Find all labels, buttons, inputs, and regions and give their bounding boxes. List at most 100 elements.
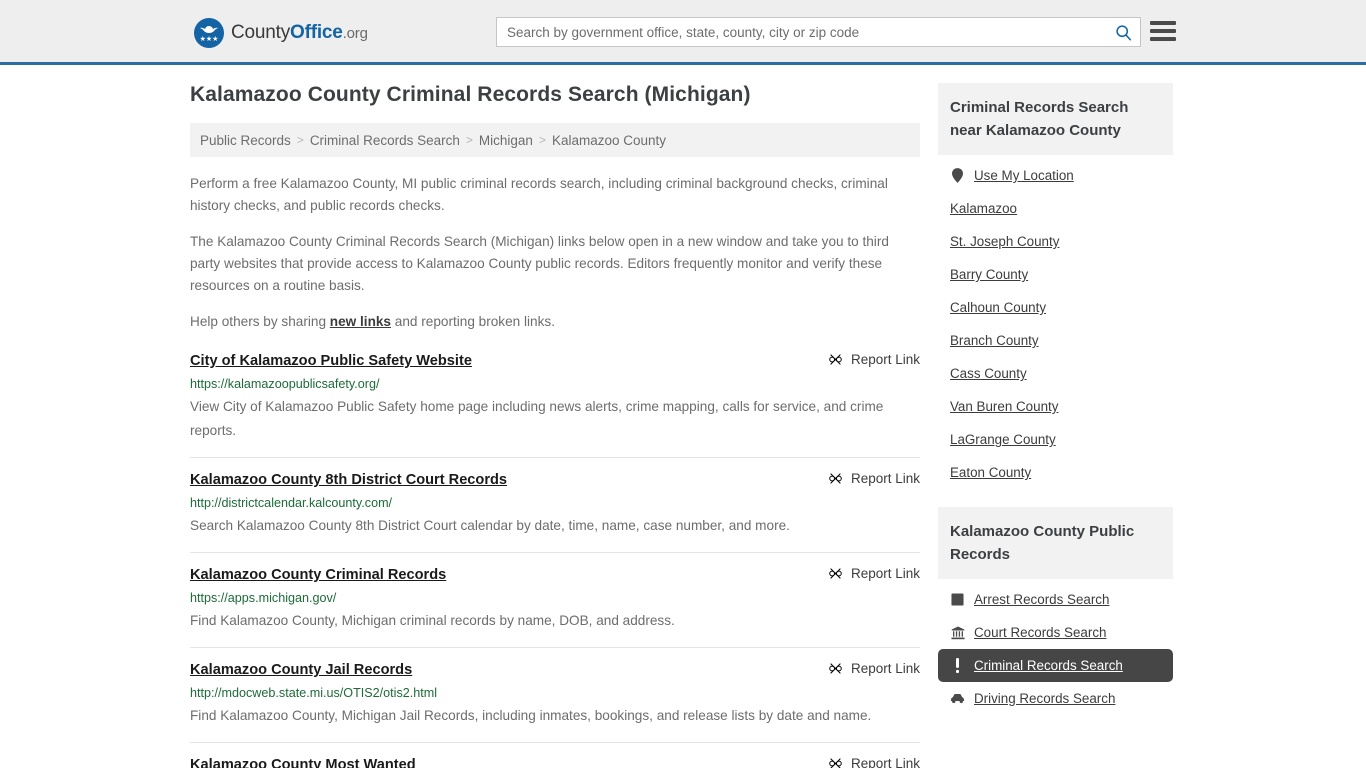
- sidebar-item-label: Court Records Search: [974, 625, 1107, 640]
- new-links-link[interactable]: new links: [330, 314, 391, 329]
- report-link-label: Report Link: [850, 661, 920, 676]
- result-header: Kalamazoo County Most Wanted Report Link: [190, 755, 920, 768]
- breadcrumb-item-2[interactable]: Michigan: [479, 133, 533, 148]
- result-title[interactable]: Kalamazoo County 8th District Court Reco…: [190, 470, 507, 490]
- sidebar-item-barry-county[interactable]: Barry County: [938, 258, 1173, 291]
- sidebar-item-lagrange-county[interactable]: LaGrange County: [938, 423, 1173, 456]
- sidebar-item-label: Calhoun County: [950, 300, 1047, 315]
- result-item: Kalamazoo County Most Wanted Report Link: [190, 742, 920, 768]
- sidebar: Criminal Records Search near Kalamazoo C…: [938, 83, 1173, 768]
- site-logo[interactable]: ★★★ CountyOffice.org: [194, 18, 368, 48]
- broken-link-icon: [829, 663, 842, 674]
- result-header: Kalamazoo County 8th District Court Reco…: [190, 470, 920, 490]
- result-header: Kalamazoo County Jail Records Report Lin…: [190, 660, 920, 680]
- search-bar[interactable]: [496, 17, 1141, 47]
- map-pin-icon: [950, 168, 965, 183]
- report-link-label: Report Link: [850, 352, 920, 367]
- result-url[interactable]: https://apps.michigan.gov/: [190, 590, 920, 607]
- breadcrumb-item-0[interactable]: Public Records: [200, 133, 291, 148]
- breadcrumb-separator-2: >: [538, 133, 546, 147]
- search-icon: [1115, 24, 1131, 40]
- sidebar-item-label: Eaton County: [950, 465, 1032, 480]
- broken-link-icon: [829, 473, 842, 484]
- result-title[interactable]: Kalamazoo County Jail Records: [190, 660, 412, 680]
- result-description: View City of Kalamazoo Public Safety hom…: [190, 399, 884, 438]
- brand-text: CountyOffice.org: [231, 22, 368, 44]
- results-list: City of Kalamazoo Public Safety Website …: [190, 347, 920, 768]
- nearby-search-list: Use My Location Kalamazoo St. Joseph Cou…: [938, 155, 1173, 489]
- nearby-search-heading: Criminal Records Search near Kalamazoo C…: [938, 83, 1173, 155]
- sidebar-item-driving-records-search[interactable]: Driving Records Search: [938, 682, 1173, 715]
- exclamation-icon: [950, 658, 965, 673]
- sidebar-item-court-records-search[interactable]: Court Records Search: [938, 616, 1173, 649]
- brand-part-county: County: [231, 22, 291, 43]
- breadcrumb-separator-0: >: [296, 133, 304, 147]
- sidebar-item-kalamazoo[interactable]: Kalamazoo: [938, 192, 1173, 225]
- sidebar-item-label: Kalamazoo: [950, 201, 1017, 216]
- sidebar-item-label: Driving Records Search: [974, 691, 1116, 706]
- brand-part-office: Office: [290, 22, 343, 43]
- car-icon: [950, 691, 965, 706]
- search-input[interactable]: [497, 18, 1106, 46]
- fingerprint-square-icon: [950, 592, 965, 607]
- brand-part-org: .org: [342, 25, 368, 42]
- intro-section: Perform a free Kalamazoo County, MI publ…: [190, 173, 920, 333]
- main-column: Kalamazoo County Criminal Records Search…: [190, 83, 920, 768]
- result-url[interactable]: https://kalamazoopublicsafety.org/: [190, 376, 920, 393]
- sidebar-item-label: Cass County: [950, 366, 1027, 381]
- sidebar-item-eaton-county[interactable]: Eaton County: [938, 456, 1173, 489]
- result-item: Kalamazoo County Jail Records Report Lin…: [190, 647, 920, 742]
- hamburger-bar-3: [1150, 37, 1176, 41]
- result-header: Kalamazoo County Criminal Records Report…: [190, 565, 920, 585]
- public-records-card: Kalamazoo County Public Records Arrest R…: [938, 507, 1173, 715]
- report-link-button[interactable]: Report Link: [828, 565, 920, 581]
- sidebar-item-cass-county[interactable]: Cass County: [938, 357, 1173, 390]
- result-url[interactable]: http://districtcalendar.kalcounty.com/: [190, 495, 920, 512]
- broken-link-icon: [829, 758, 842, 768]
- help-paragraph: Help others by sharing new links and rep…: [190, 311, 920, 333]
- result-title[interactable]: Kalamazoo County Criminal Records: [190, 565, 446, 585]
- intro-paragraph-2: The Kalamazoo County Criminal Records Se…: [190, 234, 889, 293]
- sidebar-item-calhoun-county[interactable]: Calhoun County: [938, 291, 1173, 324]
- sidebar-item-label: Barry County: [950, 267, 1029, 282]
- result-description: Find Kalamazoo County, Michigan criminal…: [190, 613, 675, 628]
- breadcrumb-item-3[interactable]: Kalamazoo County: [552, 133, 666, 148]
- broken-link-icon: [829, 354, 842, 365]
- search-button[interactable]: [1106, 18, 1140, 46]
- sidebar-item-label: Use My Location: [974, 168, 1074, 183]
- report-link-label: Report Link: [850, 756, 920, 768]
- report-link-button[interactable]: Report Link: [828, 755, 920, 768]
- page-title: Kalamazoo County Criminal Records Search…: [190, 83, 751, 106]
- result-item: Kalamazoo County Criminal Records Report…: [190, 552, 920, 647]
- sidebar-item-label: St. Joseph County: [950, 234, 1060, 249]
- breadcrumb-item-1[interactable]: Criminal Records Search: [310, 133, 460, 148]
- report-link-button[interactable]: Report Link: [828, 660, 920, 676]
- sidebar-item-van-buren-county[interactable]: Van Buren County: [938, 390, 1173, 423]
- sidebar-item-label: Arrest Records Search: [974, 592, 1110, 607]
- sidebar-item-arrest-records-search[interactable]: Arrest Records Search: [938, 583, 1173, 616]
- sidebar-item-label: LaGrange County: [950, 432, 1056, 447]
- result-description: Search Kalamazoo County 8th District Cou…: [190, 518, 790, 533]
- sidebar-item-branch-county[interactable]: Branch County: [938, 324, 1173, 357]
- eagle-seal-icon: ★★★: [194, 18, 224, 48]
- site-header: ★★★ CountyOffice.org: [0, 0, 1366, 65]
- public-records-heading: Kalamazoo County Public Records: [938, 507, 1173, 579]
- breadcrumb: Public Records > Criminal Records Search…: [190, 123, 920, 157]
- report-link-label: Report Link: [850, 471, 920, 486]
- result-title[interactable]: Kalamazoo County Most Wanted: [190, 755, 416, 768]
- result-description: Find Kalamazoo County, Michigan Jail Rec…: [190, 708, 872, 723]
- sidebar-item-use-my-location[interactable]: Use My Location: [938, 159, 1173, 192]
- hamburger-bar-1: [1150, 21, 1176, 25]
- sidebar-item-st-joseph-county[interactable]: St. Joseph County: [938, 225, 1173, 258]
- result-title[interactable]: City of Kalamazoo Public Safety Website: [190, 351, 472, 371]
- help-prefix: Help others by sharing: [190, 314, 330, 329]
- hamburger-menu-icon[interactable]: [1150, 21, 1176, 41]
- intro-paragraph-1: Perform a free Kalamazoo County, MI publ…: [190, 176, 888, 213]
- report-link-button[interactable]: Report Link: [828, 351, 920, 367]
- public-records-list: Arrest Records Search Court Records Sear…: [938, 579, 1173, 715]
- sidebar-item-criminal-records-search[interactable]: Criminal Records Search: [938, 649, 1173, 682]
- report-link-label: Report Link: [850, 566, 920, 581]
- stars-glyph: ★★★: [199, 36, 219, 43]
- result-url[interactable]: http://mdocweb.state.mi.us/OTIS2/otis2.h…: [190, 685, 920, 702]
- report-link-button[interactable]: Report Link: [828, 470, 920, 486]
